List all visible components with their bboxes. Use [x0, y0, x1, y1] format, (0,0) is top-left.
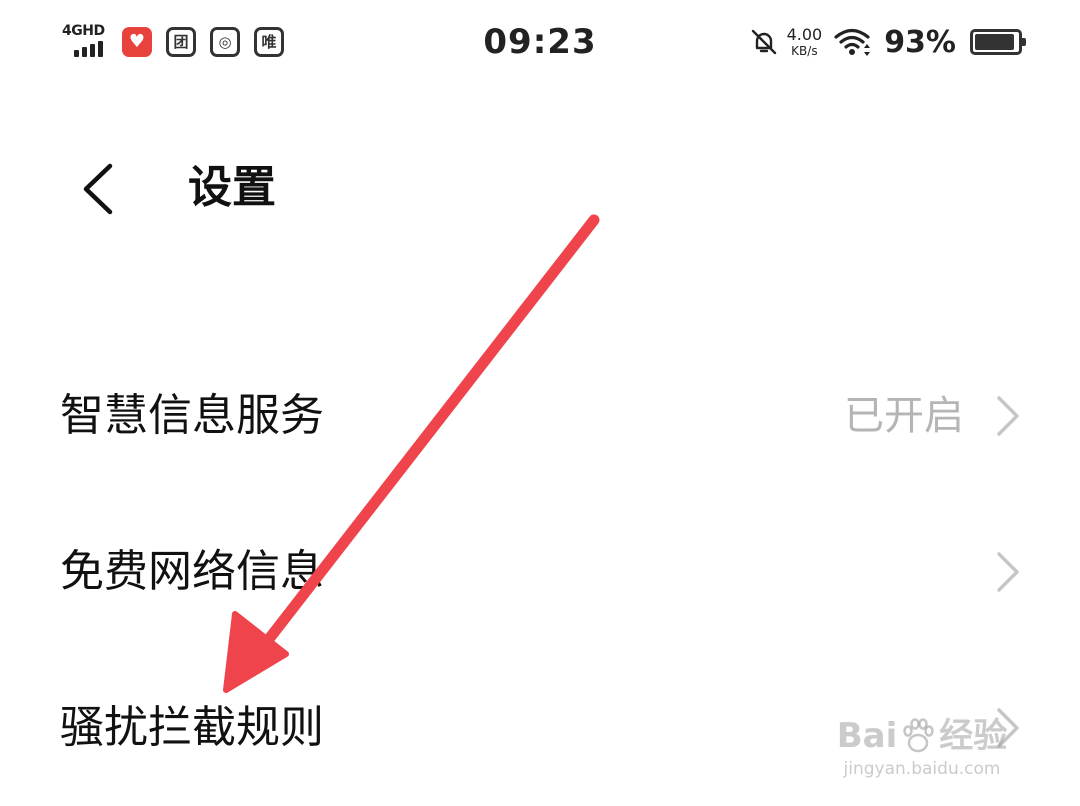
settings-item-label: 智慧信息服务 [60, 390, 324, 441]
chevron-right-icon [997, 708, 1019, 748]
battery-icon [970, 29, 1026, 55]
status-bar-right: 4.00 KB/s 93% [749, 20, 1026, 64]
network-speed-value: 4.00 [786, 25, 823, 44]
network-speed-unit: KB/s [791, 44, 818, 58]
settings-item-status: 已开启 [844, 393, 964, 439]
network-speed: 4.00 KB/s [786, 25, 823, 58]
settings-item-free-network-info[interactable]: 免费网络信息 [0, 494, 1080, 650]
settings-item-label: 免费网络信息 [60, 546, 324, 597]
wifi-icon [834, 28, 871, 56]
battery-percent: 93% [884, 24, 956, 60]
status-bar: 4GHD ♥ 团 ◎ 唯 09:23 4.00 KB/s 93% [0, 0, 1080, 84]
chevron-left-icon [83, 163, 113, 215]
page-title: 设置 [188, 162, 276, 213]
notification-muted-icon [751, 29, 776, 55]
settings-item-label: 骚扰拦截规则 [60, 702, 324, 753]
header: 设置 [0, 140, 1080, 236]
chevron-right-icon [997, 396, 1019, 436]
settings-item-smart-info[interactable]: 智慧信息服务 已开启 [0, 338, 1080, 494]
chevron-right-icon [997, 552, 1019, 592]
settings-item-harassment-rules[interactable]: 骚扰拦截规则 [0, 650, 1080, 806]
back-button[interactable] [66, 158, 128, 220]
settings-list: 智慧信息服务 已开启 免费网络信息 骚扰拦截规则 [0, 338, 1080, 806]
